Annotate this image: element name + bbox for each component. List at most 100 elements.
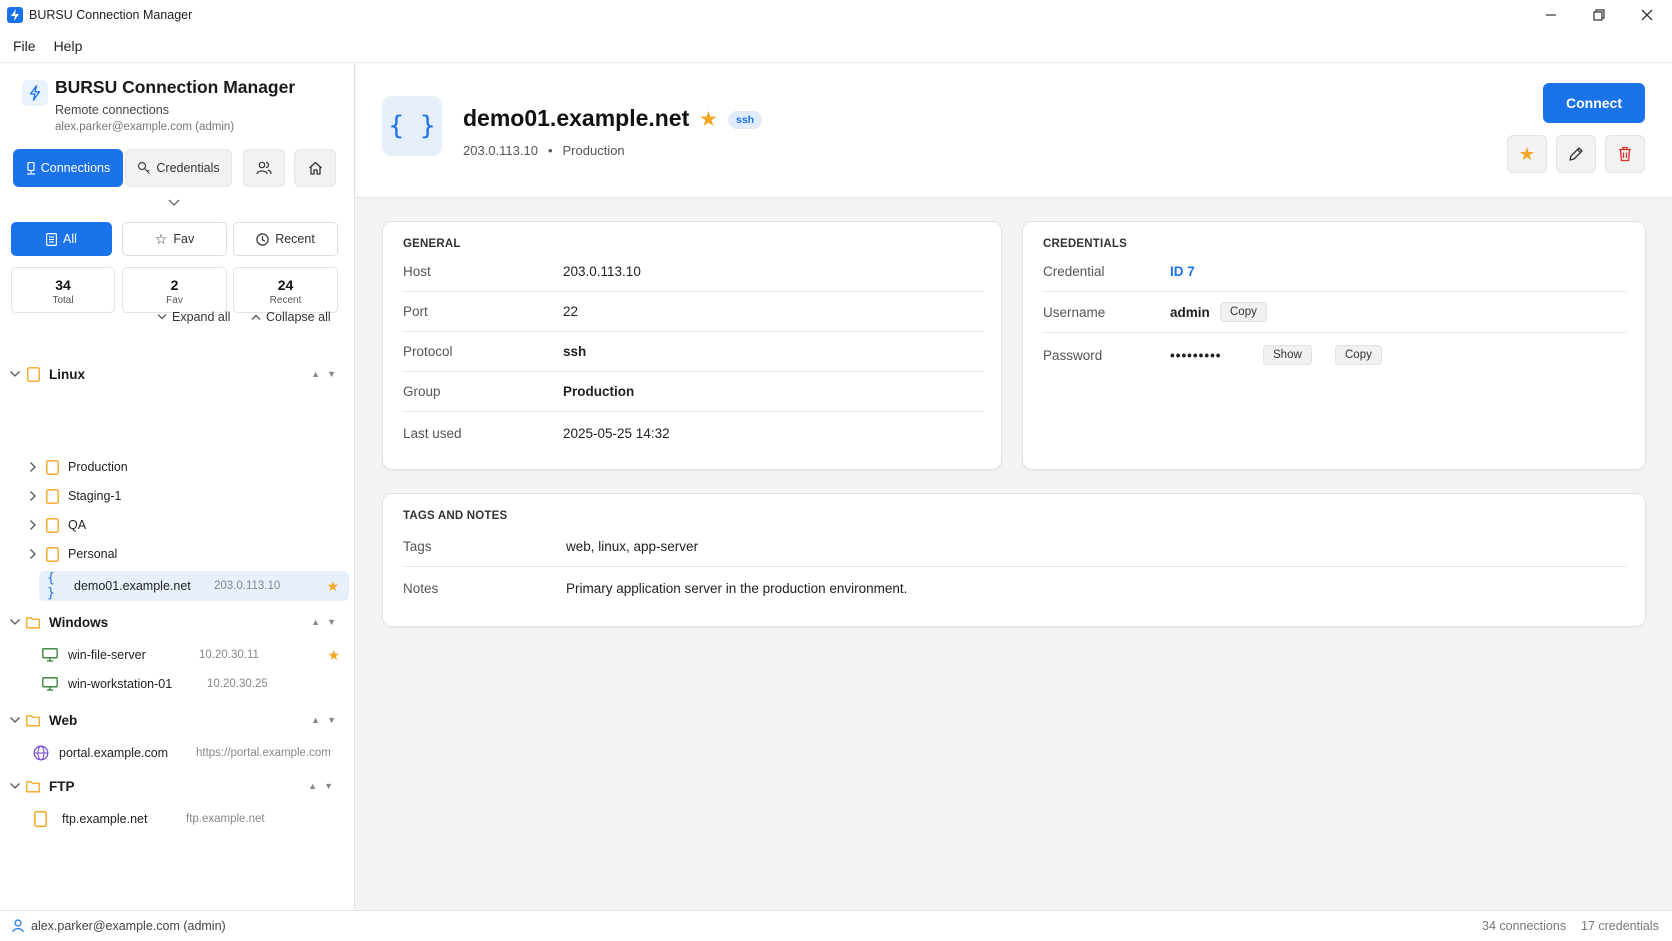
star-filled-icon: ★	[699, 108, 718, 131]
stat-total-value: 34	[55, 277, 71, 293]
field-value: 22	[563, 304, 579, 319]
tree-item-ftp[interactable]: ftp.example.net ftp.example.net	[0, 805, 355, 833]
chevron-down-icon[interactable]	[9, 370, 21, 378]
general-card: GENERAL Host 203.0.113.10 Port 22 Protoc…	[382, 221, 1002, 470]
general-row-last-used: Last used 2025-05-25 14:32	[403, 413, 983, 453]
user-icon	[12, 919, 24, 936]
tree-group-windows[interactable]: Windows ▲▼	[0, 608, 355, 636]
filter-recent[interactable]: Recent	[233, 222, 338, 256]
stat-fav: 2 Fav	[122, 267, 227, 313]
tree-folder-staging[interactable]: Staging-1	[0, 482, 355, 510]
filter-fav-label: Fav	[173, 232, 195, 246]
home-button[interactable]	[294, 149, 336, 187]
chevron-down-icon	[157, 314, 167, 320]
credentials-title: CREDENTIALS	[1043, 238, 1127, 250]
credentials-row-username: Username admin Copy	[1043, 292, 1627, 333]
filter-all[interactable]: All	[11, 222, 112, 256]
filter-fav[interactable]: ☆ Fav	[122, 222, 227, 256]
stat-total: 34 Total	[11, 267, 115, 313]
monitor-icon	[42, 677, 58, 691]
chevron-right-icon[interactable]	[28, 548, 38, 560]
tree-item-label: portal.example.com	[59, 746, 169, 760]
field-key: Port	[403, 304, 428, 319]
tree-folder-personal[interactable]: Personal	[0, 540, 355, 568]
delete-button[interactable]	[1605, 135, 1645, 173]
copy-password-button[interactable]: Copy	[1335, 345, 1382, 365]
sort-arrows-icon[interactable]: ▲▼	[311, 369, 343, 379]
sidebar: BURSU Connection Manager Remote connecti…	[0, 62, 355, 910]
tags-value: web, linux, app-server	[566, 539, 699, 554]
users-icon	[256, 161, 272, 175]
general-row-host: Host 203.0.113.10	[403, 252, 983, 292]
tree-folder-qa[interactable]: QA	[0, 511, 355, 539]
connection-title: demo01.example.net	[463, 105, 690, 131]
restore-button[interactable]	[1576, 0, 1622, 30]
status-credentials: 17 credentials	[1581, 919, 1659, 933]
menu-file[interactable]: File	[4, 38, 45, 54]
field-value: 2025-05-25 14:32	[563, 425, 670, 441]
clock-icon	[256, 232, 269, 246]
sort-arrows-icon[interactable]: ▲▼	[311, 617, 343, 627]
stat-recent: 24 Recent	[233, 267, 338, 313]
bolt-icon	[22, 80, 48, 106]
tree-group-web[interactable]: Web ▲▼	[0, 706, 355, 734]
notes-value: Primary application server in the produc…	[566, 580, 908, 596]
show-password-button[interactable]: Show	[1263, 345, 1312, 365]
tab-connections[interactable]: Connections	[13, 149, 123, 187]
chevron-down-icon[interactable]	[9, 782, 21, 790]
app-logo-icon	[7, 7, 23, 23]
tree-folder-label: Personal	[68, 547, 118, 561]
copy-username-button[interactable]: Copy	[1220, 302, 1267, 322]
chevron-down-icon[interactable]	[9, 618, 21, 626]
credentials-row-password: Password ••••••••• Show Copy	[1043, 334, 1627, 376]
star-filled-icon[interactable]: ★	[326, 578, 339, 595]
trash-icon	[1619, 146, 1631, 162]
notes-row: Notes Primary application server in the …	[403, 568, 1627, 608]
close-window-button[interactable]	[1624, 0, 1670, 30]
key-icon	[138, 161, 151, 174]
tree-item-win-file-server[interactable]: win-file-server 10.20.30.11 ★	[0, 641, 355, 669]
chevron-right-icon[interactable]	[28, 490, 38, 502]
chevron-right-icon[interactable]	[28, 519, 38, 531]
tree-group-ftp[interactable]: FTP ▲▼	[0, 772, 355, 800]
collapse-all-button[interactable]: Collapse all	[250, 310, 331, 324]
group-name: Production	[562, 143, 625, 158]
chevron-right-icon[interactable]	[28, 461, 38, 473]
tree-folder-production[interactable]: Production	[0, 453, 355, 481]
filter-recent-label: Recent	[275, 232, 315, 246]
tree-item-win-workstation[interactable]: win-workstation-01 10.20.30.25	[0, 670, 355, 698]
edit-button[interactable]	[1556, 135, 1596, 173]
tree-group-label: FTP	[49, 778, 75, 794]
connect-button[interactable]: Connect	[1543, 83, 1645, 123]
expand-all-button[interactable]: Expand all	[156, 310, 230, 324]
credential-link[interactable]: ID 7	[1170, 264, 1195, 279]
tags-row: Tags web, linux, app-server	[403, 527, 1627, 567]
field-key: Username	[1043, 304, 1106, 320]
tree-group-linux[interactable]: Linux ▲▼	[0, 360, 355, 388]
users-button[interactable]	[243, 149, 285, 187]
code-braces-icon: { }	[47, 571, 55, 601]
chevron-down-icon[interactable]	[165, 197, 183, 209]
minimize-button[interactable]	[1528, 0, 1574, 30]
main-panel: { } demo01.example.net ★ ssh 203.0.113.1…	[356, 62, 1672, 910]
sort-arrows-icon[interactable]: ▲▼	[311, 715, 343, 725]
subtitle-separator: •	[547, 143, 553, 158]
tree-item-label: ftp.example.net	[62, 812, 148, 826]
tree-item-portal[interactable]: portal.example.com https://portal.exampl…	[0, 739, 355, 767]
tree-item-demo01[interactable]: { } demo01.example.net 203.0.113.10 ★	[39, 571, 349, 601]
brand-title: BURSU Connection Manager	[55, 77, 296, 97]
tree-item-label: demo01.example.net	[74, 579, 191, 593]
folder-icon	[26, 780, 40, 793]
general-title: GENERAL	[403, 238, 461, 250]
tab-credentials-label: Credentials	[156, 161, 220, 175]
chevron-down-icon[interactable]	[9, 716, 21, 724]
credentials-row-credential: Credential ID 7	[1043, 252, 1627, 292]
sort-arrows-icon[interactable]: ▲▼	[308, 781, 340, 791]
file-icon	[33, 811, 47, 827]
tree-group-label: Web	[49, 712, 78, 728]
field-key: Group	[403, 384, 441, 399]
star-filled-icon[interactable]: ★	[327, 647, 340, 664]
tab-credentials[interactable]: Credentials	[125, 149, 232, 187]
favorite-button[interactable]: ★	[1507, 135, 1547, 173]
menu-help[interactable]: Help	[45, 38, 92, 54]
